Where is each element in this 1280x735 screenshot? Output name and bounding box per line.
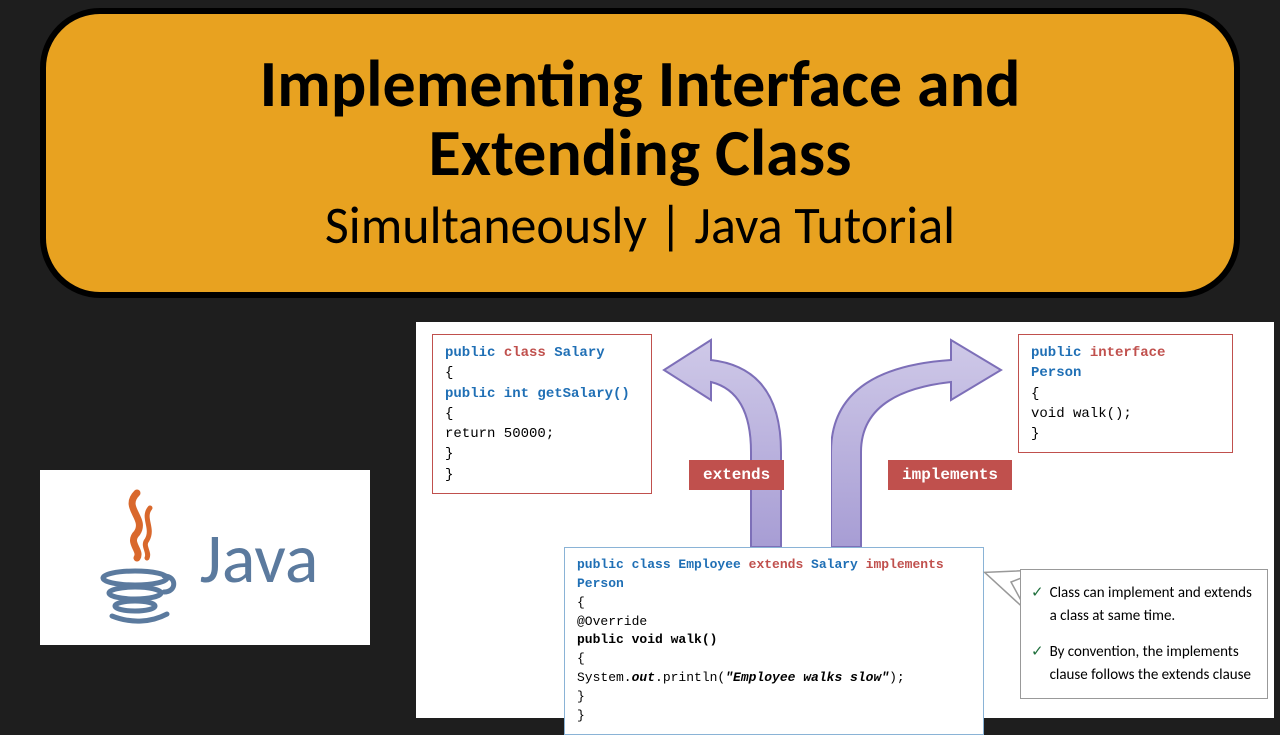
diagram-area: public class Salary { public int getSala…	[416, 322, 1274, 718]
extends-badge: extends	[689, 460, 784, 490]
person-code-box: public interface Person { void walk(); }	[1018, 334, 1233, 453]
implements-arrow-icon	[831, 332, 1011, 552]
callout-item-1: ✓ Class can implement and extends a clas…	[1031, 582, 1253, 627]
title-banner: Implementing Interface and Extending Cla…	[40, 8, 1240, 298]
title-line-2: Extending Class	[429, 118, 852, 187]
employee-code-box: public class Employee extends Salary imp…	[564, 547, 984, 735]
java-steam-icon	[92, 488, 182, 628]
check-icon: ✓	[1031, 641, 1044, 664]
extends-arrow-icon	[656, 332, 806, 552]
check-icon: ✓	[1031, 582, 1044, 605]
callout-item-2: ✓ By convention, the implements clause f…	[1031, 641, 1253, 686]
java-text: Java	[200, 515, 319, 601]
callout-box: ✓ Class can implement and extends a clas…	[1020, 569, 1268, 699]
subtitle: Simultaneously | Java Tutorial	[325, 193, 955, 257]
implements-badge: implements	[888, 460, 1012, 490]
salary-code-box: public class Salary { public int getSala…	[432, 334, 652, 494]
java-logo: Java	[40, 470, 370, 645]
title-line-1: Implementing Interface and	[260, 49, 1021, 118]
